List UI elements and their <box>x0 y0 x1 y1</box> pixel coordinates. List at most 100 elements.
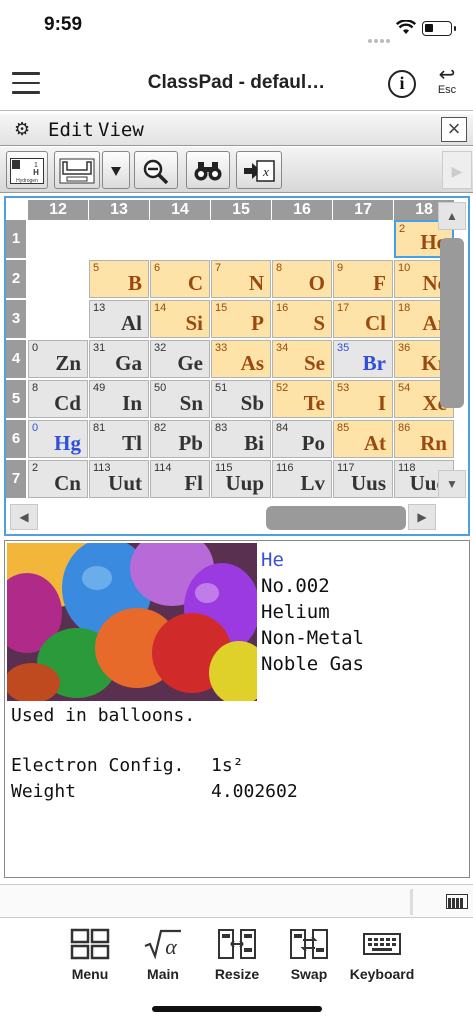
element-atomic-number: 34 <box>276 342 289 354</box>
nav-swap[interactable]: Swap <box>269 928 349 982</box>
element-cell-po[interactable]: 84 Po <box>272 420 332 458</box>
menu-view[interactable]: View <box>98 119 144 141</box>
element-cell-se[interactable]: 34 Se <box>272 340 332 378</box>
element-cell-in[interactable]: 49 In <box>89 380 149 418</box>
element-cell-cn[interactable]: 2 Cn <box>28 460 88 498</box>
element-cell-f[interactable]: 9F <box>333 260 393 298</box>
element-atomic-number: 15 <box>215 302 228 314</box>
vertical-scroll-thumb[interactable] <box>440 238 464 408</box>
gear-icon[interactable]: ⚙ <box>14 119 30 140</box>
scroll-left-button[interactable]: ◀ <box>10 504 38 530</box>
menu-edit[interactable]: Edit <box>48 119 94 141</box>
element-cell-bi[interactable]: 83 Bi <box>211 420 271 458</box>
element-cell-b[interactable]: 5B <box>89 260 149 298</box>
element-atomic-number: 16 <box>276 302 289 314</box>
element-cell-ga[interactable]: 31 Ga <box>89 340 149 378</box>
element-cell-hg[interactable]: 0 Hg <box>28 420 88 458</box>
vertical-scrollbar[interactable]: ▲ ▼ <box>438 202 466 498</box>
info-button[interactable]: i <box>388 70 416 98</box>
row-header: 4 <box>6 340 26 378</box>
resize-icon <box>218 929 256 959</box>
element-cell-p[interactable]: 15 P <box>211 300 271 338</box>
esc-button[interactable]: ↩ Esc <box>432 65 462 96</box>
element-symbol-text: B <box>127 271 142 295</box>
balloons-image <box>7 543 257 701</box>
element-cell-lv[interactable]: 116 Lv <box>272 460 332 498</box>
element-atomic-number: 0 <box>32 342 39 354</box>
zoom-out-button[interactable] <box>134 151 178 189</box>
home-indicator <box>152 1006 322 1012</box>
layout-dropdown-button[interactable] <box>102 151 130 189</box>
element-atomic-number: 81 <box>93 422 106 434</box>
element-cell-br[interactable]: 35 Br <box>333 340 393 378</box>
element-atomic-number: 32 <box>154 342 167 354</box>
nav-keyboard[interactable]: Keyboard <box>342 928 422 982</box>
element-cell-cd[interactable]: 8 Cd <box>28 380 88 418</box>
row-header: 5 <box>6 380 26 418</box>
element-cell-o[interactable]: 8O <box>272 260 332 298</box>
cellular-signal-icon <box>368 30 392 43</box>
esc-label: Esc <box>437 84 457 96</box>
search-button[interactable] <box>186 151 230 189</box>
element-cell-as[interactable]: 33 As <box>211 340 271 378</box>
nav-swap-label: Swap <box>290 966 328 982</box>
element-cell-uus[interactable]: 117 Uus <box>333 460 393 498</box>
element-cell-zn[interactable]: 0 Zn <box>28 340 88 378</box>
element-atomic-number: 18 <box>398 302 411 314</box>
weight-value: 4.002602 <box>211 781 298 802</box>
nav-menu[interactable]: Menu <box>50 928 130 982</box>
paste-variable-button[interactable]: x <box>236 151 282 189</box>
element-atomic-number: 84 <box>276 422 289 434</box>
element-cell-at[interactable]: 85 At <box>333 420 393 458</box>
scroll-up-button[interactable]: ▲ <box>438 202 466 230</box>
element-symbol-text: Zn <box>55 351 81 375</box>
element-cell-tl[interactable]: 81 Tl <box>89 420 149 458</box>
dropdown-arrow-icon <box>111 167 121 176</box>
hydrogen-element-button[interactable]: 1 H Hydrogen <box>6 151 48 189</box>
element-cell-i[interactable]: 53 I <box>333 380 393 418</box>
element-cell-uup[interactable]: 115 Uup <box>211 460 271 498</box>
element-atomic-number: 53 <box>337 382 350 394</box>
table-layout-button[interactable] <box>54 151 100 189</box>
scroll-right-button[interactable]: ▶ <box>408 504 436 530</box>
element-symbol-text: Cl <box>365 311 386 335</box>
element-cell-s[interactable]: 16 S <box>272 300 332 338</box>
element-cell-n[interactable]: 7N <box>211 260 271 298</box>
element-cell-si[interactable]: 14 Si <box>150 300 210 338</box>
toolbar-next-button[interactable]: ▶ <box>442 151 472 189</box>
element-cell-fl[interactable]: 114 Fl <box>150 460 210 498</box>
element-symbol-text: Uup <box>225 471 264 495</box>
element-atomic-number: 8 <box>32 382 39 394</box>
horizontal-scroll-thumb[interactable] <box>266 506 406 530</box>
element-atomic-number: 86 <box>398 422 411 434</box>
element-cell-te[interactable]: 52 Te <box>272 380 332 418</box>
element-cell-al[interactable]: 13 Al <box>89 300 149 338</box>
nav-resize-label: Resize <box>214 966 260 982</box>
nav-main[interactable]: α Main <box>123 928 203 982</box>
element-cell-uut[interactable]: 113 Uut <box>89 460 149 498</box>
element-group: Noble Gas <box>261 653 364 675</box>
horizontal-scrollbar[interactable]: ◀ ▶ <box>8 502 436 532</box>
scroll-down-button[interactable]: ▼ <box>438 470 466 498</box>
element-cell-ge[interactable]: 32 Ge <box>150 340 210 378</box>
weight-label: Weight <box>11 781 77 802</box>
nav-resize[interactable]: Resize <box>197 928 277 982</box>
element-atomic-number: 2 <box>32 462 39 474</box>
element-symbol-text: Se <box>304 351 325 375</box>
element-cell-cl[interactable]: 17 Cl <box>333 300 393 338</box>
periodic-table: 12 13 14 15 16 17 18 1234567 2 He 5 B 6 C 7 N 8 O 9 F 10 Ne… <box>4 196 470 536</box>
element-cell-sn[interactable]: 50 Sn <box>150 380 210 418</box>
close-button[interactable]: × <box>441 117 467 142</box>
element-hydrogen-icon: 1 H Hydrogen <box>10 158 44 184</box>
battery-icon <box>422 21 456 36</box>
svg-text:Hydrogen: Hydrogen <box>16 178 38 184</box>
element-info: He No.002 Helium Non-Metal Noble Gas <box>261 547 364 677</box>
element-cell-sb[interactable]: 51 Sb <box>211 380 271 418</box>
header-divider <box>0 110 473 111</box>
element-symbol-text: O <box>308 271 325 295</box>
column-header: 14 <box>150 200 210 220</box>
element-cell-c[interactable]: 6C <box>150 260 210 298</box>
element-atomic-number: 82 <box>154 422 167 434</box>
element-number: No.002 <box>261 575 330 597</box>
element-cell-pb[interactable]: 82 Pb <box>150 420 210 458</box>
